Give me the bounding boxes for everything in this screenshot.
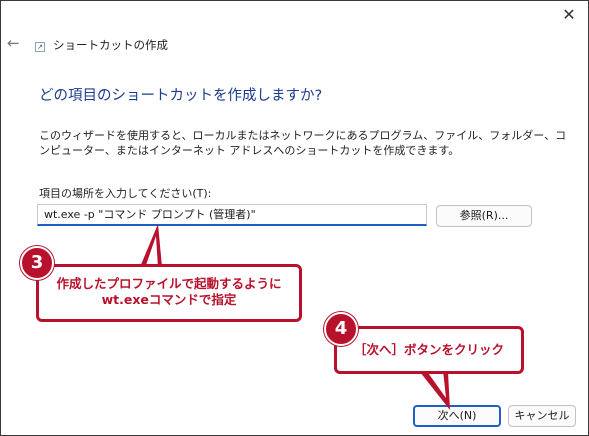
callout4-text: ［次へ］ボタンをクリック: [353, 342, 504, 357]
callout3-line2: wt.exeコマンドで指定: [101, 292, 237, 307]
step-4-badge: 4: [324, 312, 358, 346]
callout3-line1: 作成したプロファイルで起動するように: [56, 276, 282, 291]
step-3-badge: 3: [20, 246, 54, 280]
callout-step-4: ［次へ］ボタンをクリック: [334, 326, 524, 374]
callout-step-3: 作成したプロファイルで起動するように wt.exeコマンドで指定: [36, 264, 302, 322]
